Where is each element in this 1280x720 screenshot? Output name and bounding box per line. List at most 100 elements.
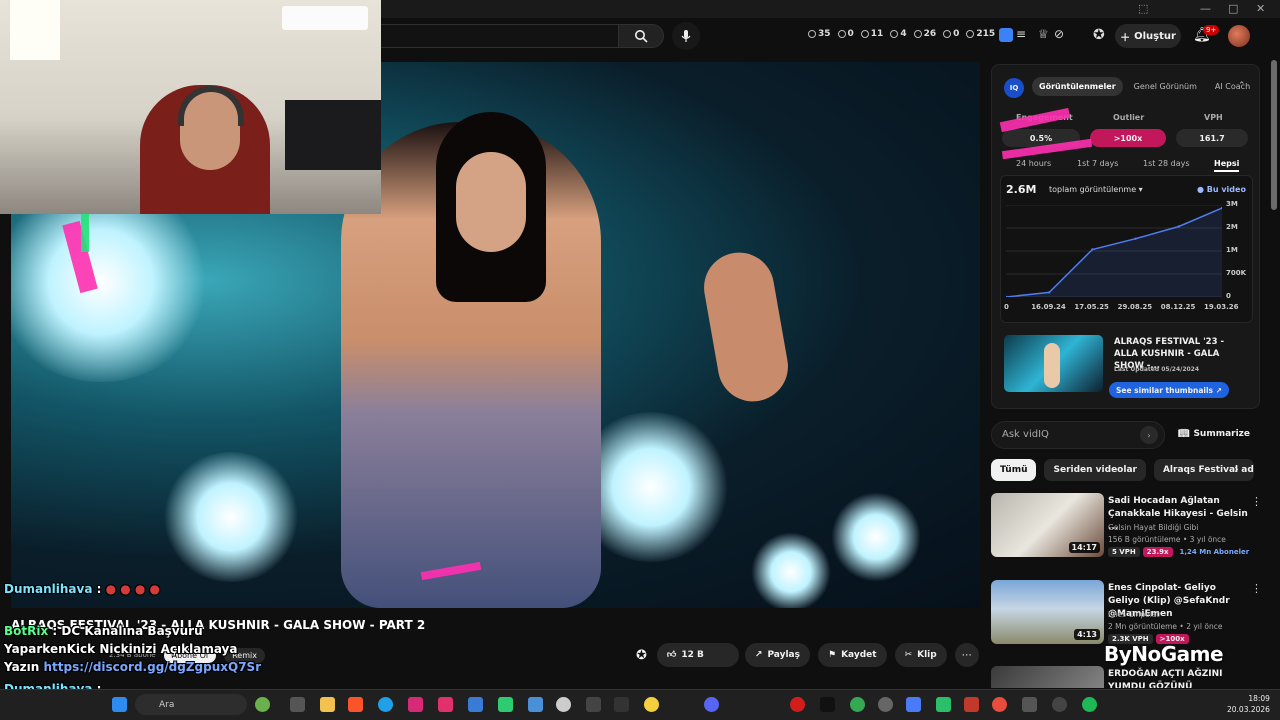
spotify-icon[interactable] (1082, 697, 1097, 712)
stat-item[interactable]: 26 (913, 29, 936, 39)
tiktok-icon[interactable] (820, 697, 835, 712)
stat-item[interactable]: 4 (890, 29, 907, 39)
chip-all[interactable]: Tümü (991, 459, 1037, 481)
maximize-icon[interactable]: □ (1228, 2, 1238, 15)
discord-icon[interactable] (704, 697, 719, 712)
clip-button[interactable]: ✂ Klip (894, 643, 947, 667)
air-conditioner (282, 6, 368, 30)
stat-item[interactable]: 0 (837, 29, 854, 39)
range-28d[interactable]: 1st 28 days (1143, 159, 1190, 168)
book-icon: 📖︎ (1178, 429, 1190, 439)
chart-plot (1006, 205, 1222, 297)
app-icon[interactable] (644, 697, 659, 712)
taskbar-search[interactable]: Ara (135, 694, 247, 715)
folder-icon[interactable] (320, 697, 335, 712)
video-thumbnail[interactable]: 14:17 (991, 493, 1104, 557)
microphone-icon (681, 30, 691, 42)
extension-icon[interactable]: ⬚ (1138, 2, 1148, 15)
save-button[interactable]: ⚑ Kaydet (818, 643, 887, 667)
chevron-right-icon[interactable]: › (1234, 462, 1239, 476)
windows-start-icon[interactable] (112, 697, 127, 712)
tag-icon (890, 30, 899, 38)
share-button[interactable]: ↗ Paylaş (744, 643, 810, 667)
app-icon[interactable] (906, 697, 921, 712)
video-thumbnail[interactable]: 4:13 (991, 580, 1104, 644)
chip-festival[interactable]: Alraqs Festival adlı y (1153, 459, 1254, 481)
see-similar-button[interactable]: See similar thumbnails ↗ (1109, 382, 1229, 398)
search-icon (635, 30, 648, 43)
recommended-video[interactable]: 14:17 Sadi Hocadan Ağlatan Çanakkale Hik… (991, 493, 1262, 557)
app-icon[interactable] (964, 697, 979, 712)
more-vert-icon[interactable]: ⋮ (1251, 495, 1262, 508)
channel-name[interactable]: Enes Cinpolat (1108, 610, 1159, 619)
chart-total: 2.6M (1006, 183, 1037, 196)
chrome-icon[interactable] (850, 697, 865, 712)
gamepad-icon[interactable]: ✪ (1093, 27, 1105, 43)
chart-legend: ● Bu video (1197, 185, 1246, 194)
app-icon[interactable] (408, 697, 423, 712)
brave-icon[interactable] (348, 697, 363, 712)
data-point (1134, 237, 1137, 240)
channel-name[interactable]: Gelsin Hayat Bildiği Gibi (1108, 523, 1198, 532)
search-button[interactable] (618, 24, 664, 48)
close-icon[interactable]: ✕ (1256, 2, 1265, 15)
app-icon[interactable] (936, 697, 951, 712)
voice-search-button[interactable] (672, 22, 700, 50)
chat-link[interactable]: https://discord.gg/dgZgpuxQ7Sr (44, 660, 262, 674)
stat-item[interactable]: 35 (808, 29, 831, 39)
watermark: ByNoGame (1104, 642, 1224, 666)
more-vert-icon[interactable]: ⋮ (1251, 582, 1262, 595)
tab-overview[interactable]: Genel Görünüm (1127, 77, 1204, 96)
tab-views[interactable]: Görüntülenmeler (1032, 77, 1123, 96)
range-24h[interactable]: 24 hours (1016, 159, 1051, 168)
stat-item[interactable]: 11 (860, 29, 883, 39)
recommended-video[interactable]: 4:13 Enes Cinpolat- Geliyo Geliyo (Klip)… (991, 580, 1262, 644)
scrollbar[interactable] (1271, 60, 1277, 210)
task-view-icon[interactable] (290, 697, 305, 712)
collapse-icon[interactable]: ⌃ (1238, 81, 1246, 91)
trophy-icon[interactable]: ♕ (1038, 27, 1049, 41)
range-7d[interactable]: 1st 7 days (1077, 159, 1118, 168)
vidiq-extension-icon[interactable] (999, 28, 1013, 42)
app-icon[interactable] (255, 697, 270, 712)
recommended-video[interactable]: ERDOĞAN AÇTI AĞZINI YUMDU GÖZÜNÜ "Haydut… (991, 666, 1261, 688)
stat-item[interactable]: 215 (966, 29, 995, 39)
app-icon[interactable] (1022, 697, 1037, 712)
summarize-button[interactable]: 📖︎ Summarize (1178, 429, 1250, 439)
app-icon[interactable] (498, 697, 513, 712)
app-icon[interactable] (528, 697, 543, 712)
range-all[interactable]: Hepsi (1214, 159, 1240, 172)
chat-username: Dumanlihava (4, 582, 93, 596)
video-title: ERDOĞAN AÇTI AĞZINI YUMDU GÖZÜNÜ "Haydut… (1108, 669, 1223, 688)
opera-icon[interactable] (790, 697, 805, 712)
avatar[interactable] (1228, 25, 1250, 47)
list-icon[interactable]: ≡ (1016, 27, 1026, 41)
similar-thumbnail[interactable] (1004, 335, 1103, 392)
chart-total-label[interactable]: toplam görüntülenme ▾ (1049, 185, 1143, 194)
ask-placeholder: Ask vidIQ (1002, 429, 1049, 440)
epic-games-icon[interactable] (614, 697, 629, 712)
search-input[interactable] (380, 24, 618, 48)
yandex-icon[interactable] (992, 697, 1007, 712)
app-icon[interactable] (586, 697, 601, 712)
video-thumbnail[interactable] (991, 666, 1104, 688)
chip-series[interactable]: Seriden videolar (1044, 459, 1146, 481)
stat-item[interactable]: 0 (943, 29, 959, 39)
tab-ai-coach[interactable]: AI Coach (1208, 77, 1257, 96)
gamepad-icon[interactable]: ✪ (636, 648, 647, 663)
store-icon[interactable] (468, 697, 483, 712)
more-options-button[interactable]: ⋯ (954, 643, 979, 667)
app-icon[interactable] (878, 697, 893, 712)
instagram-icon[interactable] (438, 697, 453, 712)
plus-icon: ＋ (1120, 32, 1131, 44)
link-icon[interactable]: ⊘ (1054, 27, 1064, 41)
send-icon[interactable]: › (1140, 426, 1158, 444)
edge-icon[interactable] (378, 697, 393, 712)
like-button[interactable]: 👍︎ 12 B (656, 643, 739, 667)
duration: 4:13 (1074, 629, 1100, 640)
settings-icon[interactable] (1052, 697, 1067, 712)
create-button[interactable]: ＋ Oluştur (1115, 24, 1181, 48)
app-icon[interactable] (556, 697, 571, 712)
minimize-icon[interactable]: — (1200, 2, 1211, 15)
taskbar-clock[interactable]: 18:09 20.03.2026 (1227, 693, 1270, 715)
